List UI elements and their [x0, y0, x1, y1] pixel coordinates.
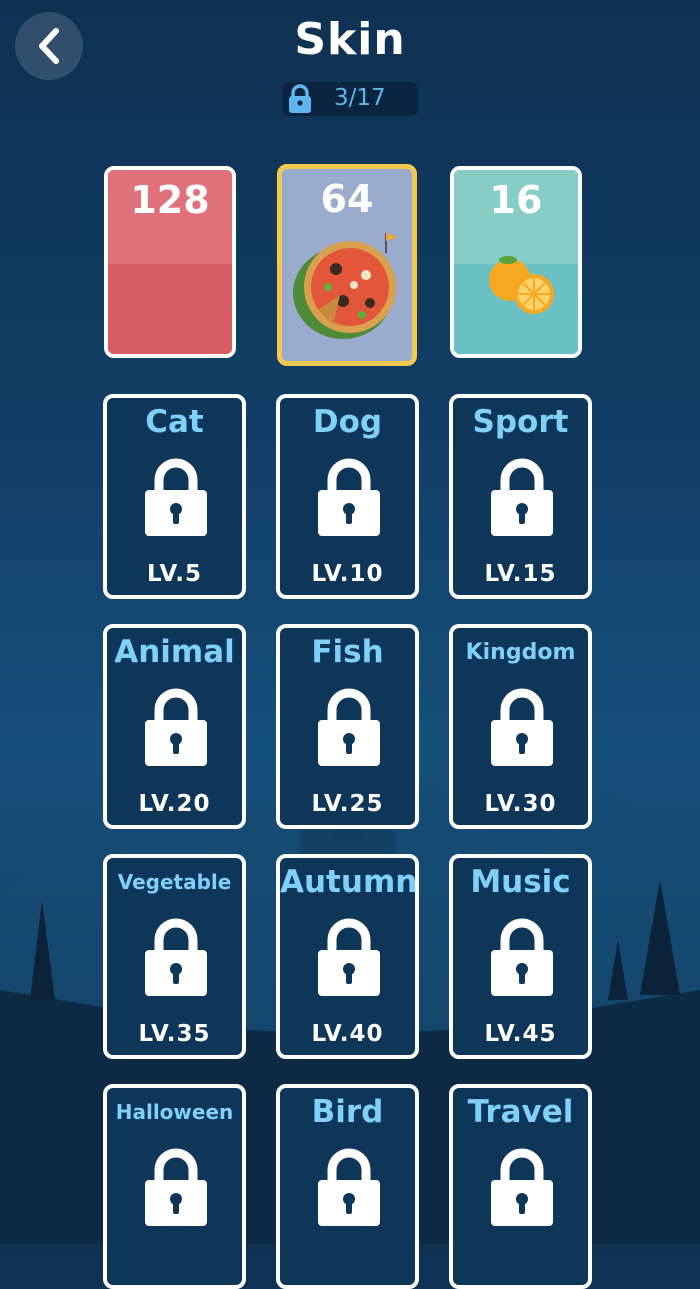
- lock-icon: [491, 1148, 553, 1226]
- skin-card-64-selected[interactable]: 64: [277, 164, 417, 366]
- skin-tile-value: 64: [320, 177, 374, 221]
- lock-icon: [145, 688, 207, 766]
- unlock-level-label: LV.30: [484, 791, 557, 817]
- unlock-level-label: LV.5: [146, 561, 203, 587]
- skin-tile-value: 128: [130, 178, 210, 222]
- unlock-progress-text: 3/17: [334, 85, 386, 111]
- skin-name-label: Dog: [312, 404, 383, 440]
- skin-name-label: Autumn: [280, 864, 418, 900]
- lock-icon: [145, 1148, 207, 1226]
- lock-icon: [145, 458, 207, 536]
- unlock-level-label: LV.35: [138, 1021, 211, 1047]
- lock-icon: [318, 458, 380, 536]
- lock-icon: [318, 688, 380, 766]
- locked-skin-card-kingdom[interactable]: Kingdom LV.30: [449, 624, 592, 829]
- locked-skin-card-halloween[interactable]: Halloween: [103, 1084, 246, 1289]
- locked-skin-card-vegetable[interactable]: Vegetable LV.35: [103, 854, 246, 1059]
- lock-icon: [318, 1148, 380, 1226]
- locked-skin-card-animal[interactable]: Animal LV.20: [103, 624, 246, 829]
- skin-name-label: Cat: [145, 404, 204, 440]
- lock-icon: [145, 918, 207, 996]
- skin-name-label: Vegetable: [117, 870, 232, 894]
- locked-skin-card-fish[interactable]: Fish LV.25: [276, 624, 419, 829]
- skin-name-label: Kingdom: [465, 640, 576, 665]
- lock-icon: [289, 84, 311, 113]
- lock-icon: [318, 918, 380, 996]
- skin-name-label: Animal: [114, 634, 235, 670]
- unlock-level-label: LV.10: [311, 561, 384, 587]
- skin-name-label: Bird: [311, 1094, 384, 1130]
- locked-skin-card-autumn[interactable]: Autumn LV.40: [276, 854, 419, 1059]
- skin-tile-value: 16: [489, 178, 543, 222]
- locked-skin-card-bird[interactable]: Bird: [276, 1084, 419, 1289]
- unlock-level-label: LV.25: [311, 791, 384, 817]
- lock-icon: [491, 688, 553, 766]
- unlock-level-label: LV.40: [311, 1021, 384, 1047]
- unlock-level-label: LV.20: [138, 791, 211, 817]
- lock-icon: [491, 918, 553, 996]
- skin-name-label: Music: [470, 864, 571, 900]
- unlock-level-label: LV.15: [484, 561, 557, 587]
- locked-skin-card-cat[interactable]: Cat LV.5: [103, 394, 246, 599]
- skin-name-label: Sport: [472, 404, 569, 440]
- skin-name-label: Fish: [311, 634, 384, 670]
- orange-fruit-image: [489, 256, 554, 314]
- page-title: Skin: [294, 14, 406, 65]
- skin-name-label: Travel: [467, 1094, 574, 1130]
- locked-skin-card-sport[interactable]: Sport LV.15: [449, 394, 592, 599]
- skin-card-128[interactable]: 128: [104, 166, 236, 358]
- lock-icon: [491, 458, 553, 536]
- pizza-image: [293, 233, 398, 339]
- locked-skin-card-dog[interactable]: Dog LV.10: [276, 394, 419, 599]
- locked-skin-card-travel[interactable]: Travel: [449, 1084, 592, 1289]
- skin-card-16[interactable]: 16: [450, 166, 582, 358]
- unlock-level-label: LV.45: [484, 1021, 557, 1047]
- locked-skin-card-music[interactable]: Music LV.45: [449, 854, 592, 1059]
- skin-name-label: Halloween: [115, 1100, 234, 1124]
- unlock-progress-badge: 3/17: [282, 82, 418, 116]
